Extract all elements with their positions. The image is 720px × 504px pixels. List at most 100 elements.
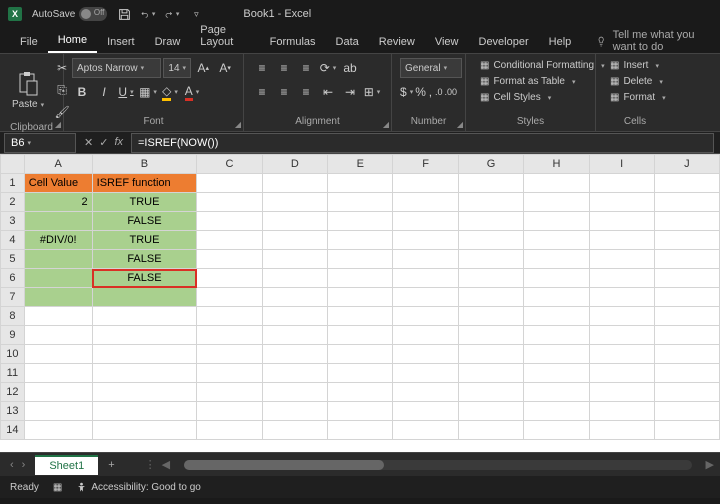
cell[interactable] xyxy=(458,269,523,288)
cell[interactable] xyxy=(589,364,654,383)
fill-color-icon[interactable]: ◇ xyxy=(160,82,180,102)
row-header[interactable]: 14 xyxy=(1,421,25,440)
increase-font-icon[interactable]: A▴ xyxy=(193,58,213,78)
cell[interactable] xyxy=(589,193,654,212)
row-header[interactable]: 8 xyxy=(1,307,25,326)
cell[interactable] xyxy=(262,345,327,364)
col-header-g[interactable]: G xyxy=(458,155,523,174)
increase-indent-icon[interactable]: ⇥ xyxy=(340,82,360,102)
cell[interactable] xyxy=(524,307,589,326)
cell[interactable] xyxy=(654,174,719,193)
wrap-text-icon[interactable]: ab xyxy=(340,58,360,78)
cell[interactable] xyxy=(262,383,327,402)
format-cells-button[interactable]: ▦Format xyxy=(604,90,666,105)
cell-b3[interactable]: FALSE xyxy=(92,212,197,231)
stats-icon[interactable]: ▦ xyxy=(53,482,62,493)
cell[interactable] xyxy=(654,326,719,345)
cell-a6[interactable] xyxy=(24,269,92,288)
accessibility-status[interactable]: Accessibility: Good to go xyxy=(76,482,201,493)
cell-styles-button[interactable]: ▦Cell Styles xyxy=(474,90,587,105)
col-header-e[interactable]: E xyxy=(328,155,393,174)
cell[interactable] xyxy=(524,402,589,421)
accounting-format-icon[interactable]: $ xyxy=(400,82,413,102)
cell[interactable] xyxy=(197,364,262,383)
cell[interactable] xyxy=(262,193,327,212)
cell[interactable] xyxy=(197,250,262,269)
cell[interactable] xyxy=(262,288,327,307)
row-header[interactable]: 6 xyxy=(1,269,25,288)
spreadsheet-grid[interactable]: A B C D E F G H I J 1Cell ValueISREF fun… xyxy=(0,154,720,452)
dialog-launcher-icon[interactable]: ◢ xyxy=(457,120,463,129)
cell[interactable] xyxy=(393,250,458,269)
cell[interactable] xyxy=(197,288,262,307)
cell[interactable] xyxy=(393,326,458,345)
cell[interactable] xyxy=(328,326,393,345)
cell[interactable] xyxy=(458,307,523,326)
cell[interactable] xyxy=(197,383,262,402)
increase-decimal-icon[interactable]: .0 xyxy=(435,82,443,102)
cell[interactable] xyxy=(393,212,458,231)
cell[interactable] xyxy=(458,288,523,307)
cell-a3[interactable] xyxy=(24,212,92,231)
cell[interactable] xyxy=(92,326,197,345)
cell[interactable] xyxy=(589,231,654,250)
cell[interactable] xyxy=(589,326,654,345)
cell[interactable] xyxy=(654,288,719,307)
formula-input[interactable]: =ISREF(NOW()) xyxy=(131,133,714,153)
cell[interactable] xyxy=(458,212,523,231)
row-header[interactable]: 12 xyxy=(1,383,25,402)
cell[interactable] xyxy=(654,212,719,231)
align-middle-icon[interactable]: ≡ xyxy=(274,58,294,78)
cell[interactable] xyxy=(262,212,327,231)
cell[interactable] xyxy=(524,250,589,269)
cell[interactable] xyxy=(328,307,393,326)
cell[interactable] xyxy=(654,345,719,364)
cell-b2[interactable]: TRUE xyxy=(92,193,197,212)
paste-button[interactable]: Paste xyxy=(8,69,48,112)
cell[interactable] xyxy=(589,174,654,193)
cell-b7[interactable] xyxy=(92,288,197,307)
underline-button[interactable]: U xyxy=(116,82,136,102)
cell-b6[interactable]: FALSE xyxy=(92,269,197,288)
cell[interactable] xyxy=(262,402,327,421)
cell[interactable] xyxy=(458,421,523,440)
decrease-font-icon[interactable]: A▾ xyxy=(215,58,235,78)
italic-button[interactable]: I xyxy=(94,82,114,102)
tab-home[interactable]: Home xyxy=(48,29,97,53)
col-header-d[interactable]: D xyxy=(262,155,327,174)
align-center-icon[interactable]: ≡ xyxy=(274,82,294,102)
cell[interactable] xyxy=(458,174,523,193)
font-color-icon[interactable]: A xyxy=(182,82,202,102)
cell[interactable] xyxy=(262,174,327,193)
cell[interactable] xyxy=(524,288,589,307)
col-header-i[interactable]: I xyxy=(589,155,654,174)
cell[interactable] xyxy=(589,288,654,307)
tab-formulas[interactable]: Formulas xyxy=(260,31,326,53)
cell[interactable] xyxy=(458,345,523,364)
cell[interactable] xyxy=(524,345,589,364)
cell[interactable] xyxy=(92,421,197,440)
bold-button[interactable]: B xyxy=(72,82,92,102)
align-bottom-icon[interactable]: ≡ xyxy=(296,58,316,78)
cell[interactable] xyxy=(393,269,458,288)
row-header[interactable]: 13 xyxy=(1,402,25,421)
cell[interactable] xyxy=(393,307,458,326)
tab-page-layout[interactable]: Page Layout xyxy=(190,19,259,53)
cell[interactable] xyxy=(197,174,262,193)
cell[interactable] xyxy=(393,421,458,440)
cell[interactable] xyxy=(262,231,327,250)
cell[interactable] xyxy=(328,345,393,364)
cell[interactable] xyxy=(328,231,393,250)
cell[interactable] xyxy=(92,402,197,421)
scrollbar-thumb[interactable] xyxy=(184,460,384,470)
tell-me-search[interactable]: Tell me what you want to do xyxy=(596,29,720,53)
decrease-decimal-icon[interactable]: .00 xyxy=(444,82,457,102)
cell[interactable] xyxy=(393,383,458,402)
cell[interactable] xyxy=(524,421,589,440)
cell[interactable] xyxy=(24,421,92,440)
cell-a4[interactable]: #DIV/0! xyxy=(24,231,92,250)
cell-a2[interactable]: 2 xyxy=(24,193,92,212)
tab-developer[interactable]: Developer xyxy=(469,31,539,53)
sheet-nav-next-icon[interactable]: › xyxy=(22,459,26,471)
cell[interactable] xyxy=(24,345,92,364)
